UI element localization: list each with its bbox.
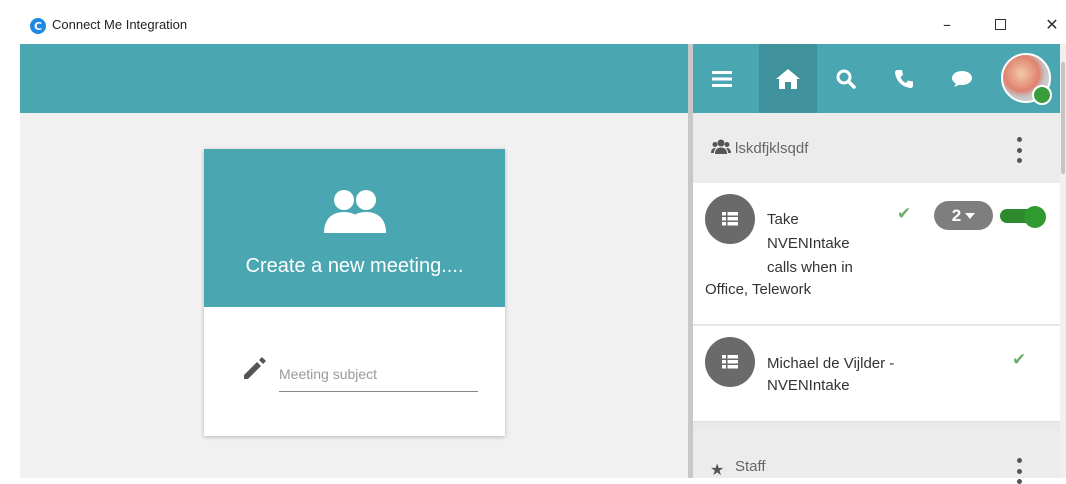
group-icon (711, 139, 731, 154)
new-meeting-card: Create a new meeting.... (204, 149, 505, 436)
app-logo-icon: C (30, 18, 46, 34)
list-item-line: NVENIntake (767, 377, 850, 394)
search-button[interactable] (817, 44, 875, 113)
star-icon: ★ (710, 460, 725, 479)
close-window-button[interactable]: ✕ (1037, 12, 1066, 36)
home-button[interactable] (759, 44, 817, 113)
meeting-subject-input[interactable] (279, 356, 478, 392)
caret-down-icon (965, 212, 976, 219)
group-options-icon[interactable] (1016, 137, 1022, 163)
availability-toggle[interactable] (1000, 206, 1046, 228)
list-item-icon (705, 337, 755, 387)
list-item-line: calls when in (767, 259, 853, 276)
list-table-icon (722, 355, 738, 369)
menu-icon (712, 70, 732, 87)
list-item-line: Take (767, 211, 799, 228)
presence-status-icon (1032, 85, 1052, 105)
group-name: Staff (735, 458, 766, 475)
phone-button[interactable] (875, 44, 933, 113)
menu-button[interactable] (693, 44, 751, 113)
chat-icon (952, 70, 972, 87)
new-meeting-card-header[interactable]: Create a new meeting.... (204, 149, 505, 307)
list-item-line: NVENIntake (767, 235, 850, 252)
people-icon (324, 190, 386, 233)
search-icon (836, 69, 856, 89)
minimize-button[interactable]: – (932, 12, 962, 36)
count-dropdown-badge[interactable]: 2 (934, 201, 993, 230)
toggle-knob (1024, 206, 1046, 228)
check-icon: ✔ (897, 204, 912, 224)
home-icon (776, 68, 800, 89)
phone-icon (895, 69, 913, 88)
list-table-icon (722, 212, 738, 226)
maximize-button[interactable] (985, 12, 1015, 36)
chat-button[interactable] (933, 44, 991, 113)
scrollbar-thumb[interactable] (1061, 62, 1065, 174)
window-title: Connect Me Integration (52, 17, 188, 32)
check-icon: ✔ (1012, 350, 1027, 370)
group-options-icon[interactable] (1016, 458, 1022, 484)
maximize-icon (994, 18, 1006, 30)
create-meeting-title: Create a new meeting.... (245, 255, 464, 277)
list-item-icon (705, 194, 755, 244)
badge-count: 2 (951, 205, 962, 225)
pencil-icon (244, 357, 266, 379)
main-header-bar (20, 44, 688, 113)
list-item-line: Office, Telework (705, 281, 812, 298)
list-item-line: Michael de Vijlder - (767, 355, 895, 372)
group-name: lskdfjklsqdf (735, 140, 809, 157)
